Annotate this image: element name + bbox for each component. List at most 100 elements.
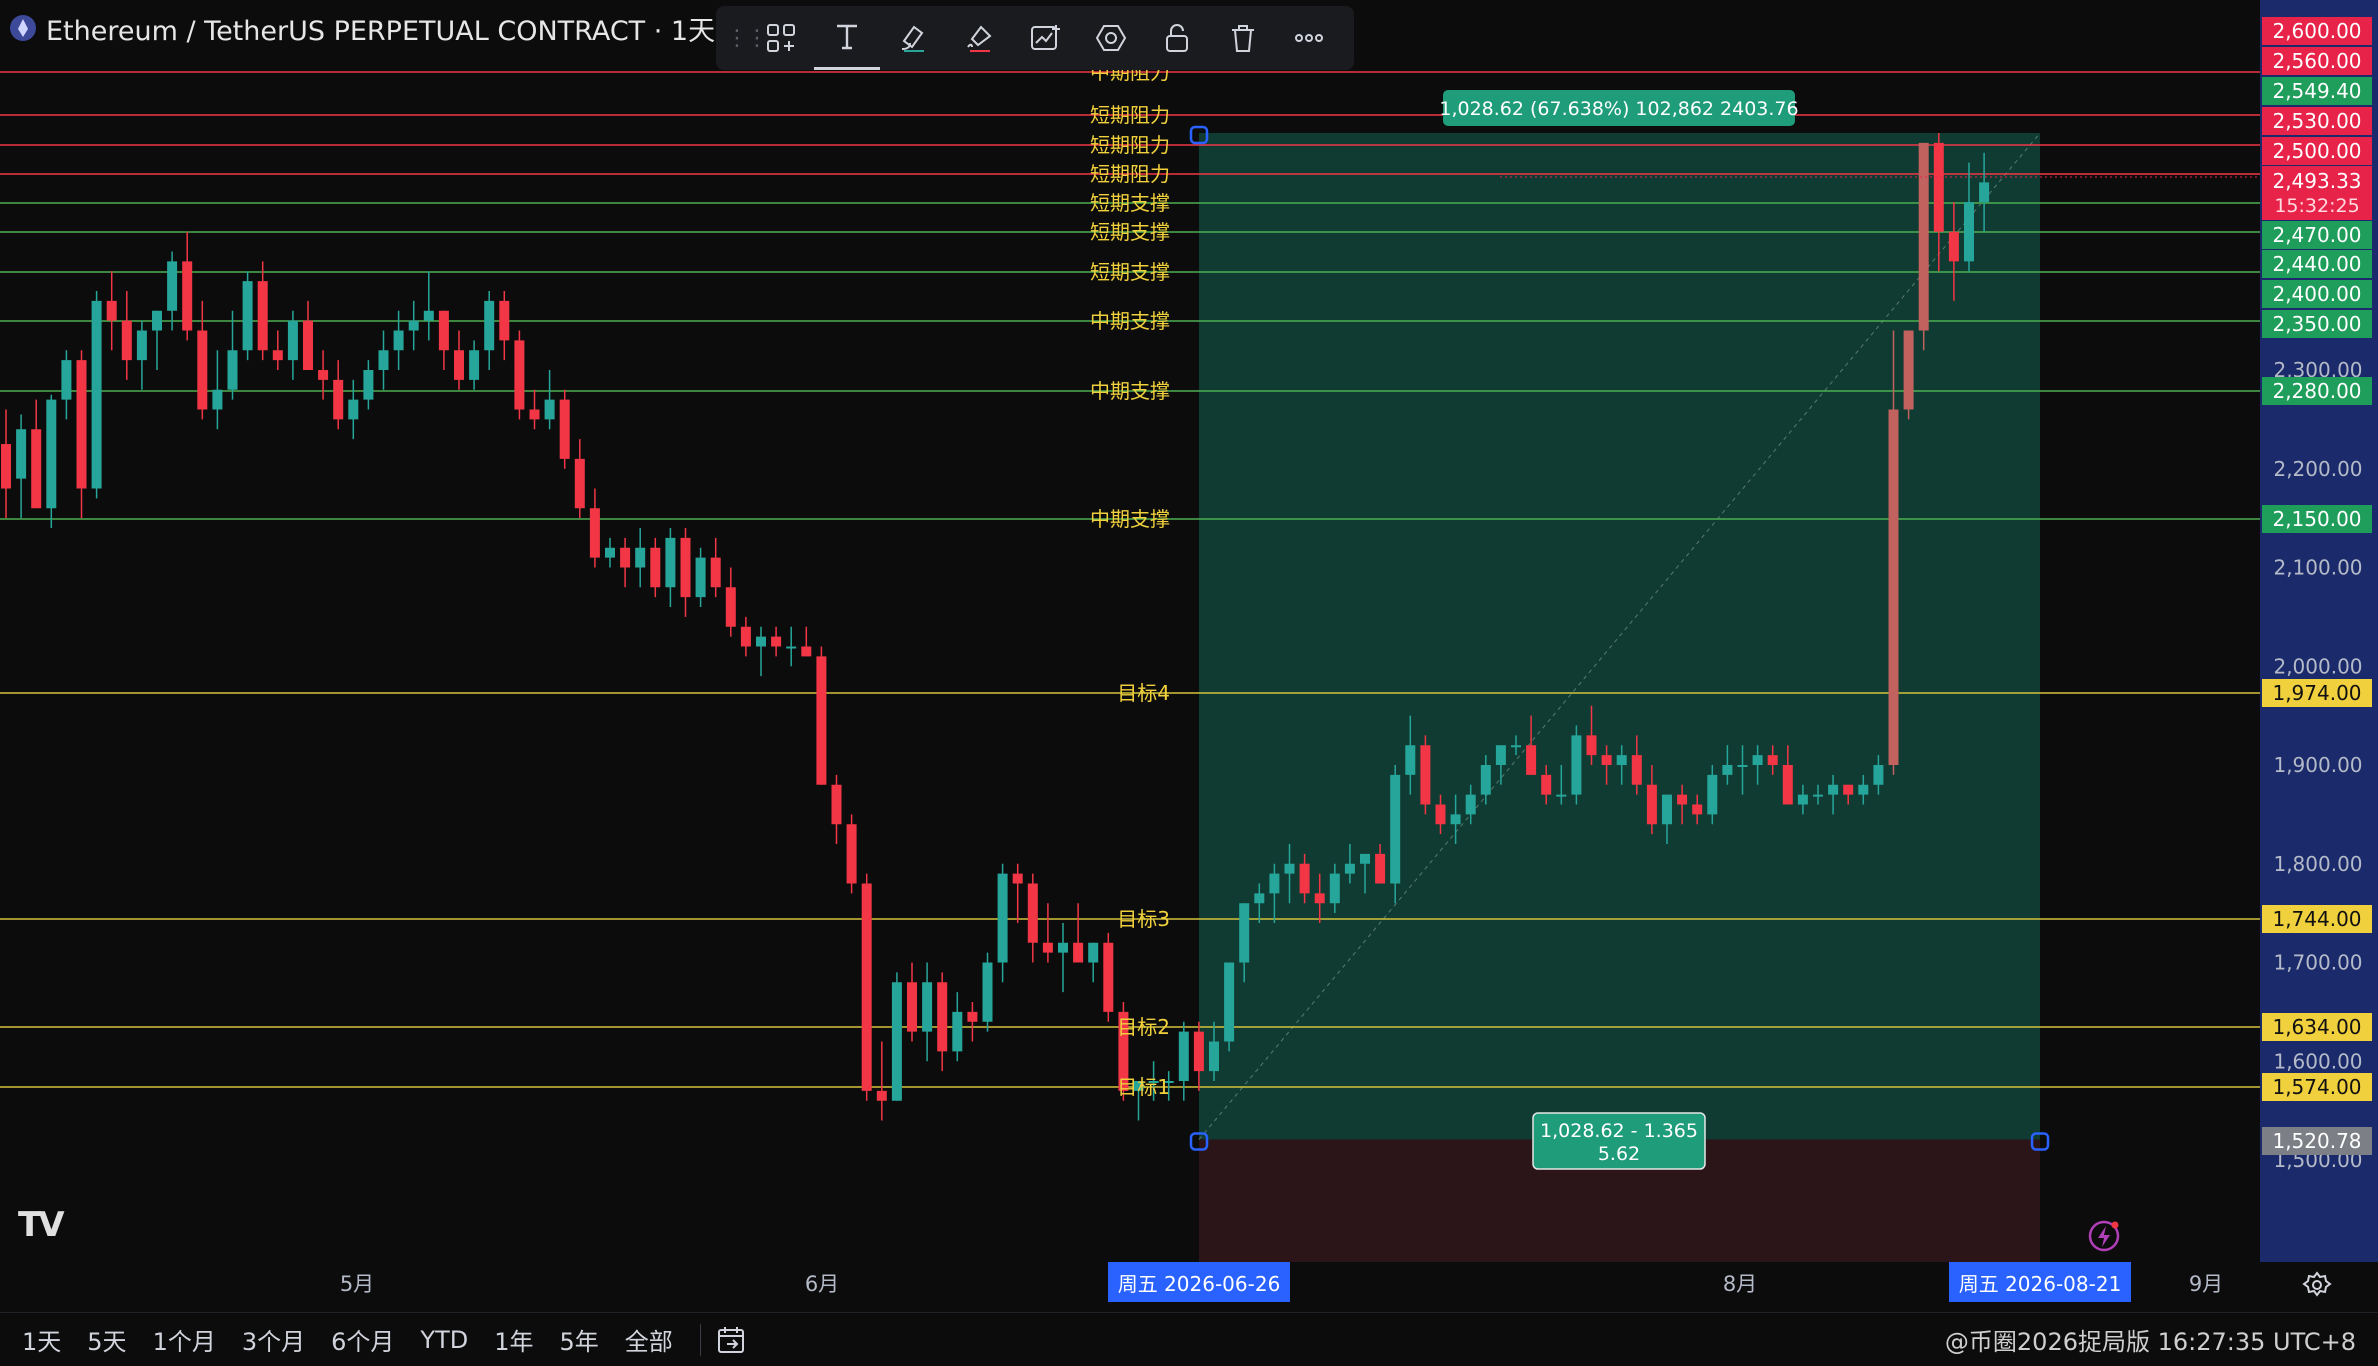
candle-body [378, 350, 389, 370]
candle-body [1450, 814, 1461, 825]
candle-body [1797, 794, 1808, 805]
candle-body [1948, 231, 1959, 262]
hexagon-icon [1095, 25, 1127, 51]
delete-button[interactable] [1210, 6, 1276, 70]
candle-body [529, 409, 540, 420]
candle-body [907, 982, 917, 1032]
brush-button[interactable] [880, 6, 946, 70]
candle-body [952, 1011, 963, 1052]
candle-body [393, 330, 404, 351]
level-label: 短期阻力 [1090, 162, 1170, 186]
time-axis-label: 8月 [1723, 1272, 1757, 1296]
price-badge-label: 2,400.00 [2272, 282, 2361, 306]
price-badge-label: 2,440.00 [2272, 252, 2361, 276]
symbol-title-text: Ethereum / TetherUS PERPETUAL CONTRACT ·… [46, 15, 767, 47]
more-button[interactable] [1276, 6, 1342, 70]
candle-body [605, 547, 615, 558]
price-badge-label: 2,350.00 [2272, 312, 2361, 336]
text-icon [837, 24, 857, 49]
candle-body [31, 429, 42, 509]
range-3m[interactable]: 3个月 [229, 1322, 318, 1357]
candle-body [363, 370, 374, 400]
range-ytd[interactable]: YTD [407, 1326, 481, 1354]
candle-body [61, 360, 72, 400]
candle-body [695, 557, 706, 598]
candle-body [1224, 962, 1235, 1042]
chart-plus-button[interactable] [1012, 6, 1078, 70]
candle-body [1918, 142, 1929, 331]
range-5y[interactable]: 5年 [547, 1322, 612, 1357]
range-5d[interactable]: 5天 [74, 1322, 139, 1357]
trash-icon [1232, 25, 1254, 52]
candle-body [106, 300, 117, 321]
candle-body [650, 547, 661, 588]
price-chart[interactable]: 中期阻力短期阻力短期阻力短期阻力短期支撑短期支撑短期支撑中期支撑中期支撑中期支撑… [0, 0, 2378, 1365]
chart-plus-icon [1031, 25, 1060, 50]
candle-body [1420, 745, 1431, 805]
candle-body [1707, 774, 1718, 815]
candle-body [922, 982, 933, 1032]
measure-zone[interactable] [1198, 132, 2041, 1262]
candle-body [786, 646, 797, 649]
candle-body [1782, 765, 1793, 805]
layout-button[interactable] [748, 6, 814, 70]
time-axis-label: 9月 [2189, 1272, 2223, 1296]
candle-body [1495, 745, 1506, 765]
tradingview-logo-icon[interactable]: TV [18, 1205, 64, 1245]
candle-body [1360, 853, 1370, 864]
candle-body [574, 458, 585, 509]
text-tool-button[interactable] [814, 6, 880, 70]
layout-icon [767, 24, 795, 52]
price-axis-ticks: 2,300.002,200.002,100.002,000.001,900.00… [2273, 358, 2362, 1172]
range-6m[interactable]: 6个月 [318, 1322, 407, 1357]
range-all[interactable]: 全部 [612, 1322, 686, 1357]
candle-body [816, 656, 827, 785]
candle-body [1541, 774, 1552, 795]
candle-body [167, 261, 178, 311]
range-1d[interactable]: 1天 [0, 1322, 74, 1357]
date-range-calendar-icon[interactable] [715, 1324, 747, 1356]
candle-body [438, 310, 449, 351]
lock-button[interactable] [1144, 6, 1210, 70]
time-axis-label: 5月 [340, 1272, 374, 1296]
brush-icon [901, 25, 924, 52]
candle-body [197, 330, 208, 410]
candle-body [121, 320, 132, 361]
candle-body [1390, 774, 1401, 884]
watermark: @币圈2026捉局版 16:27:35 UTC+8 [1945, 1322, 2356, 1357]
price-badge-2549-label: 2,549.40 [2272, 79, 2361, 103]
candle-body [1888, 409, 1899, 765]
candle-body [1677, 794, 1688, 805]
candle-body [182, 261, 193, 331]
candle-body [1314, 893, 1325, 904]
hexagon-button[interactable] [1078, 6, 1144, 70]
candle-body [620, 547, 631, 568]
candle-body [861, 883, 872, 1091]
paint-button[interactable] [946, 6, 1012, 70]
range-1y[interactable]: 1年 [481, 1322, 546, 1357]
candle-body [1662, 794, 1672, 825]
symbol-title[interactable]: Ethereum / TetherUS PERPETUAL CONTRACT ·… [10, 8, 767, 48]
lightning-icon[interactable] [2086, 1218, 2122, 1254]
settings-gear-icon[interactable] [2302, 1270, 2332, 1300]
candle-body [801, 646, 812, 657]
candle-body [725, 587, 736, 627]
candle-body [831, 784, 842, 825]
candle-body [1903, 330, 1914, 410]
candle-body [1329, 873, 1340, 904]
last-price-label: 2,493.33 [2272, 169, 2361, 193]
drag-handle-icon[interactable]: ⋮⋮ [726, 26, 768, 51]
price-tick-label: 1,900.00 [2273, 753, 2362, 777]
drawing-toolbar: ⋮⋮ [716, 6, 1354, 70]
candle-body [846, 824, 857, 884]
price-tick-label: 1,600.00 [2273, 1049, 2362, 1073]
candle-body [1193, 1031, 1204, 1072]
level-label: 短期阻力 [1090, 103, 1170, 127]
candle-body [1813, 794, 1823, 797]
candle-body [1012, 873, 1023, 884]
range-1m[interactable]: 1个月 [140, 1322, 229, 1357]
price-badge-label: 1,974.00 [2272, 681, 2361, 705]
watermark-text: @币圈2026捉局版 [1944, 1328, 2150, 1356]
time-highlight-start-label: 周五 2026-06-26 [1118, 1272, 1281, 1296]
level-label: 中期支撑 [1090, 507, 1170, 531]
